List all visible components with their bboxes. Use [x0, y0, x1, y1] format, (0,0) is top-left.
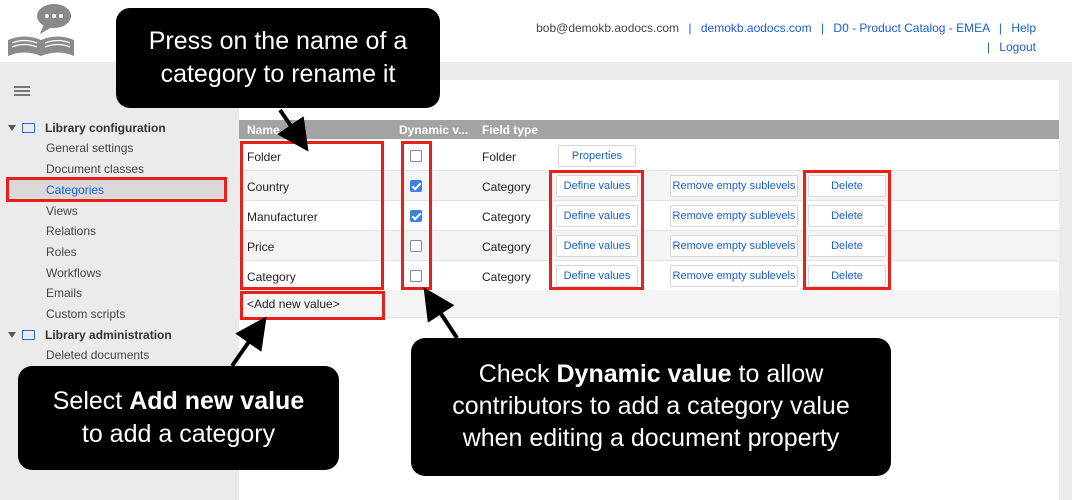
- callout-dynamic-value: Check Dynamic value to allow contributor…: [411, 338, 891, 476]
- callout-add-new-value: Select Add new value to add a category: [18, 366, 339, 470]
- callout-rename: Press on the name of a category to renam…: [116, 8, 440, 108]
